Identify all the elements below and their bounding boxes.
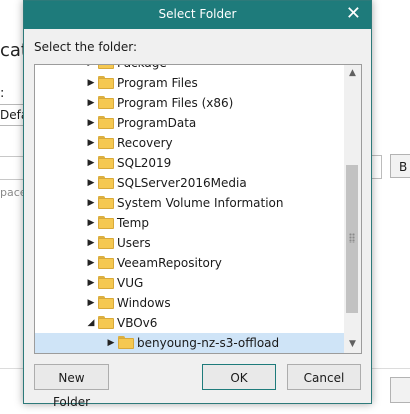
scroll-up-icon[interactable]: ▲ — [344, 65, 361, 82]
background-browse-button[interactable]: B — [390, 154, 410, 178]
tree-item-label: SQL2019 — [117, 156, 172, 170]
ok-button[interactable]: OK — [202, 364, 276, 390]
collapsed-arrow-icon[interactable]: ▶ — [85, 173, 97, 193]
collapsed-arrow-icon[interactable]: ▶ — [85, 293, 97, 313]
folder-tree[interactable]: ▶ Package ▶ Program Files ▶ Program Files (x8… — [34, 64, 362, 354]
tree-item-label: Temp — [117, 216, 149, 230]
tree-item-label: Users — [117, 236, 151, 250]
background-button-bottom[interactable] — [390, 377, 410, 403]
folder-icon — [98, 65, 114, 69]
collapsed-arrow-icon[interactable]: ▶ — [85, 233, 97, 253]
collapsed-arrow-icon[interactable]: ▶ — [85, 65, 97, 73]
folder-icon — [98, 276, 114, 289]
tree-item[interactable]: ▶ VUG — [35, 273, 345, 293]
scrollbar-grip-icon — [349, 233, 355, 243]
tree-item-label: benyoung-nz-s3-offload — [137, 336, 280, 350]
folder-icon — [98, 316, 114, 329]
tree-item[interactable]: ▶ SQLServer2016Media — [35, 173, 345, 193]
folder-icon — [98, 136, 114, 149]
tree-item[interactable]: ▶ benyoung-nz-s3-offload — [35, 333, 345, 353]
tree-item-label: ProgramData — [117, 116, 197, 130]
tree-item[interactable]: ▶ VeeamRepository — [35, 253, 345, 273]
tree-item[interactable]: ▶ SQL2019 — [35, 153, 345, 173]
tree-item-label: System Volume Information — [117, 196, 284, 210]
folder-icon — [98, 196, 114, 209]
tree-item[interactable]: ▶ Package — [35, 65, 345, 73]
collapsed-arrow-icon[interactable]: ▶ — [85, 113, 97, 133]
expanded-arrow-icon[interactable]: ◢ — [85, 313, 97, 333]
collapsed-arrow-icon[interactable]: ▶ — [85, 153, 97, 173]
tree-item[interactable]: ▶ Program Files — [35, 73, 345, 93]
scroll-down-icon[interactable]: ▼ — [344, 336, 361, 353]
vertical-scrollbar[interactable]: ▲ ▼ — [344, 65, 361, 353]
tree-item[interactable]: ▶ Windows — [35, 293, 345, 313]
folder-icon — [98, 176, 114, 189]
tree-item-label: Program Files (x86) — [117, 96, 234, 110]
folder-icon — [98, 216, 114, 229]
folder-icon — [118, 336, 134, 349]
folder-icon — [98, 76, 114, 89]
folder-icon — [98, 256, 114, 269]
tree-item[interactable]: ▶ Program Files (x86) — [35, 93, 345, 113]
tree-item[interactable]: ◢ VBOv6 — [35, 313, 345, 333]
folder-tree-rows: ▶ Package ▶ Program Files ▶ Program Files (x8… — [35, 65, 345, 353]
tree-item[interactable]: ▶ System Volume Information — [35, 193, 345, 213]
tree-item-label: VeeamRepository — [117, 256, 222, 270]
tree-item[interactable]: ▶ ProgramData — [35, 113, 345, 133]
collapsed-arrow-icon[interactable]: ▶ — [85, 133, 97, 153]
collapsed-arrow-icon[interactable]: ▶ — [85, 93, 97, 113]
select-folder-dialog: Select Folder ✕ Select the folder: ▶ Pack… — [23, 0, 372, 409]
scrollbar-thumb[interactable] — [346, 165, 358, 313]
new-folder-button[interactable]: New Folder — [34, 364, 109, 409]
tree-item[interactable]: ▶ Users — [35, 233, 345, 253]
background-field-label: : — [0, 86, 5, 101]
background-input-right[interactable] — [371, 155, 382, 179]
folder-icon — [98, 236, 114, 249]
tree-item-label: VBOv6 — [117, 316, 158, 330]
tree-item-label: Recovery — [117, 136, 173, 150]
collapsed-arrow-icon[interactable]: ▶ — [85, 273, 97, 293]
folder-icon — [98, 156, 114, 169]
folder-icon — [98, 96, 114, 109]
tree-item-label: Program Files — [117, 76, 198, 90]
tree-item-label: Package — [117, 65, 167, 73]
cancel-button[interactable]: Cancel — [287, 364, 361, 390]
collapsed-arrow-icon[interactable]: ▶ — [105, 333, 117, 353]
collapsed-arrow-icon[interactable]: ▶ — [85, 193, 97, 213]
dialog-titlebar[interactable]: Select Folder ✕ — [24, 1, 371, 29]
tree-item-label: VUG — [117, 276, 144, 290]
dialog-title: Select Folder — [158, 7, 237, 21]
tree-item[interactable]: ▶ Recovery — [35, 133, 345, 153]
folder-icon — [98, 296, 114, 309]
collapsed-arrow-icon[interactable]: ▶ — [85, 213, 97, 233]
tree-item-label: SQLServer2016Media — [117, 176, 247, 190]
tree-item[interactable]: ▶ Temp — [35, 213, 345, 233]
background-input-2[interactable] — [0, 156, 25, 180]
close-icon[interactable]: ✕ — [346, 3, 361, 24]
collapsed-arrow-icon[interactable]: ▶ — [85, 253, 97, 273]
folder-prompt-label: Select the folder: — [34, 40, 138, 54]
tree-item-label: Windows — [117, 296, 171, 310]
collapsed-arrow-icon[interactable]: ▶ — [85, 73, 97, 93]
folder-icon — [98, 116, 114, 129]
